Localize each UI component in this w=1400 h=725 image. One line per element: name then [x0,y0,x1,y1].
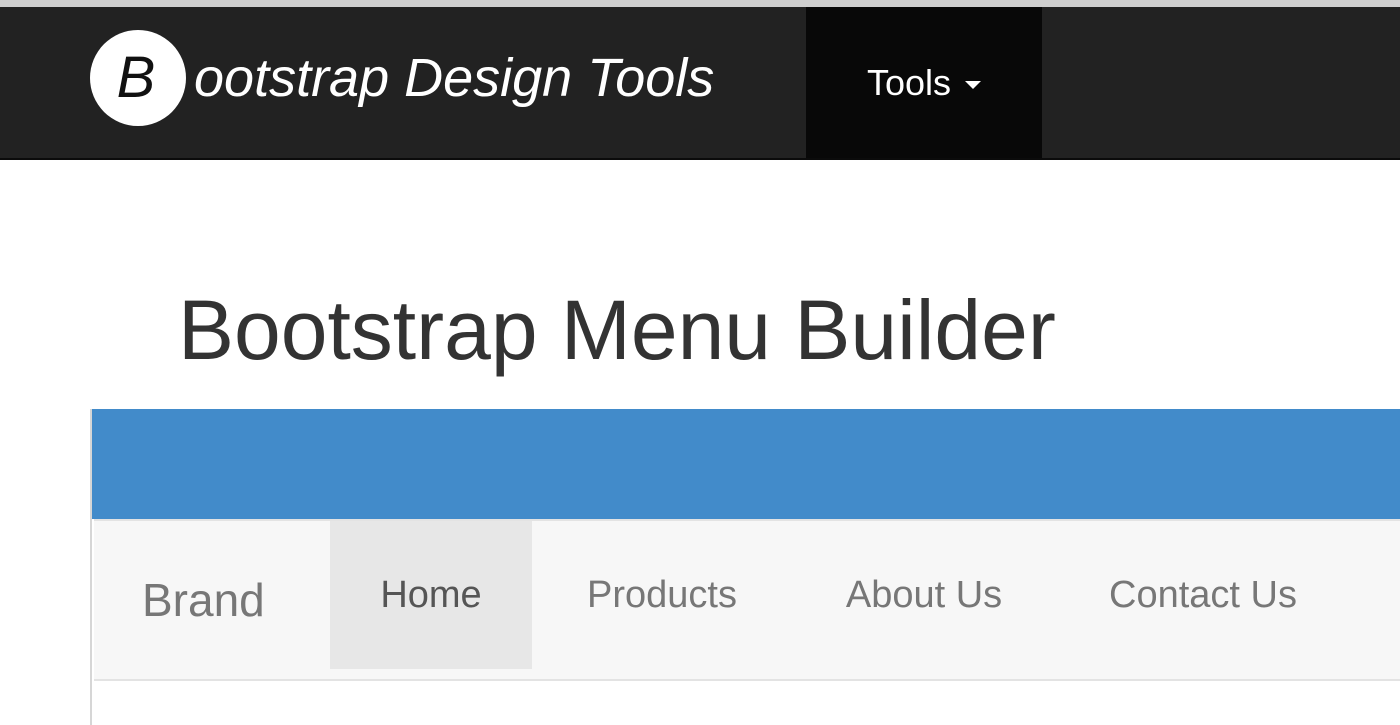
preview-header-bar [92,409,1400,519]
nav-item-home[interactable]: Home [330,521,532,669]
site-logo[interactable]: B ootstrap Design Tools [90,25,714,131]
nav-item-products[interactable]: Products [554,521,770,669]
page-title: Bootstrap Menu Builder [178,283,1056,377]
tools-label: Tools [866,61,952,103]
nav-item-about-us[interactable]: About Us [814,521,1034,669]
navbar-divider [0,158,1400,160]
logo-circle-icon: B [90,30,186,126]
tools-dropdown-button[interactable]: Tools [806,7,1042,158]
menu-preview-panel: Brand Home Products About Us Contact Us [90,409,1400,725]
preview-navbar: Brand Home Products About Us Contact Us [94,519,1400,681]
navbar-brand-link[interactable]: Brand [142,521,265,679]
caret-down-icon [965,80,982,89]
logo-text: ootstrap Design Tools [194,48,715,108]
logo-letter: B [116,45,156,110]
nav-item-contact-us[interactable]: Contact Us [1078,521,1328,669]
